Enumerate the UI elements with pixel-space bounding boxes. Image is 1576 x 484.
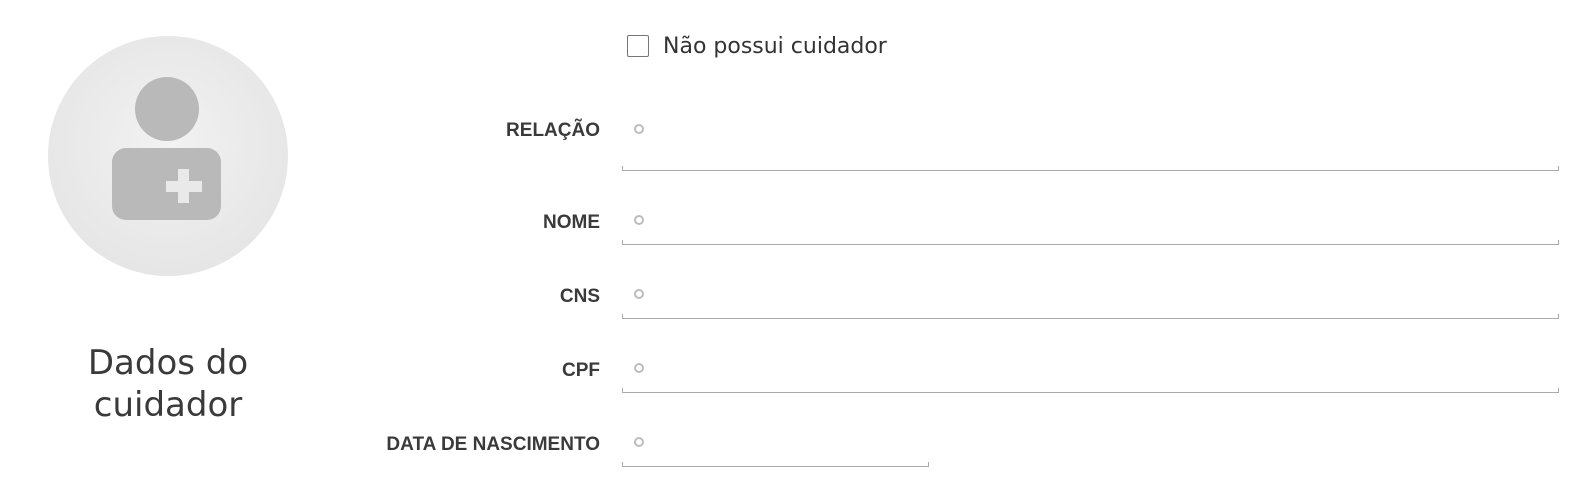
cns-field[interactable] xyxy=(622,279,1559,319)
cns-label: CNS xyxy=(559,286,600,307)
cpf-label: CPF xyxy=(562,360,600,381)
no-caregiver-label: Não possui cuidador xyxy=(663,33,887,59)
person-plus-icon xyxy=(112,77,221,220)
nome-label: NOME xyxy=(543,212,600,233)
data-nascimento-field[interactable] xyxy=(622,427,929,467)
relacao-field[interactable] xyxy=(622,131,1559,171)
no-caregiver-checkbox[interactable] xyxy=(627,35,649,57)
relacao-label: RELAÇÃO xyxy=(506,120,600,141)
section-title-line2: cuidador xyxy=(93,385,243,425)
section-title: Dados do cuidador xyxy=(48,342,288,426)
cpf-field[interactable] xyxy=(622,353,1559,393)
data-nascimento-label: DATA DE NASCIMENTO xyxy=(386,434,600,455)
section-title-line1: Dados do xyxy=(87,343,249,383)
no-caregiver-option[interactable]: Não possui cuidador xyxy=(627,33,887,59)
caregiver-avatar xyxy=(48,36,288,276)
nome-field[interactable] xyxy=(622,205,1559,245)
